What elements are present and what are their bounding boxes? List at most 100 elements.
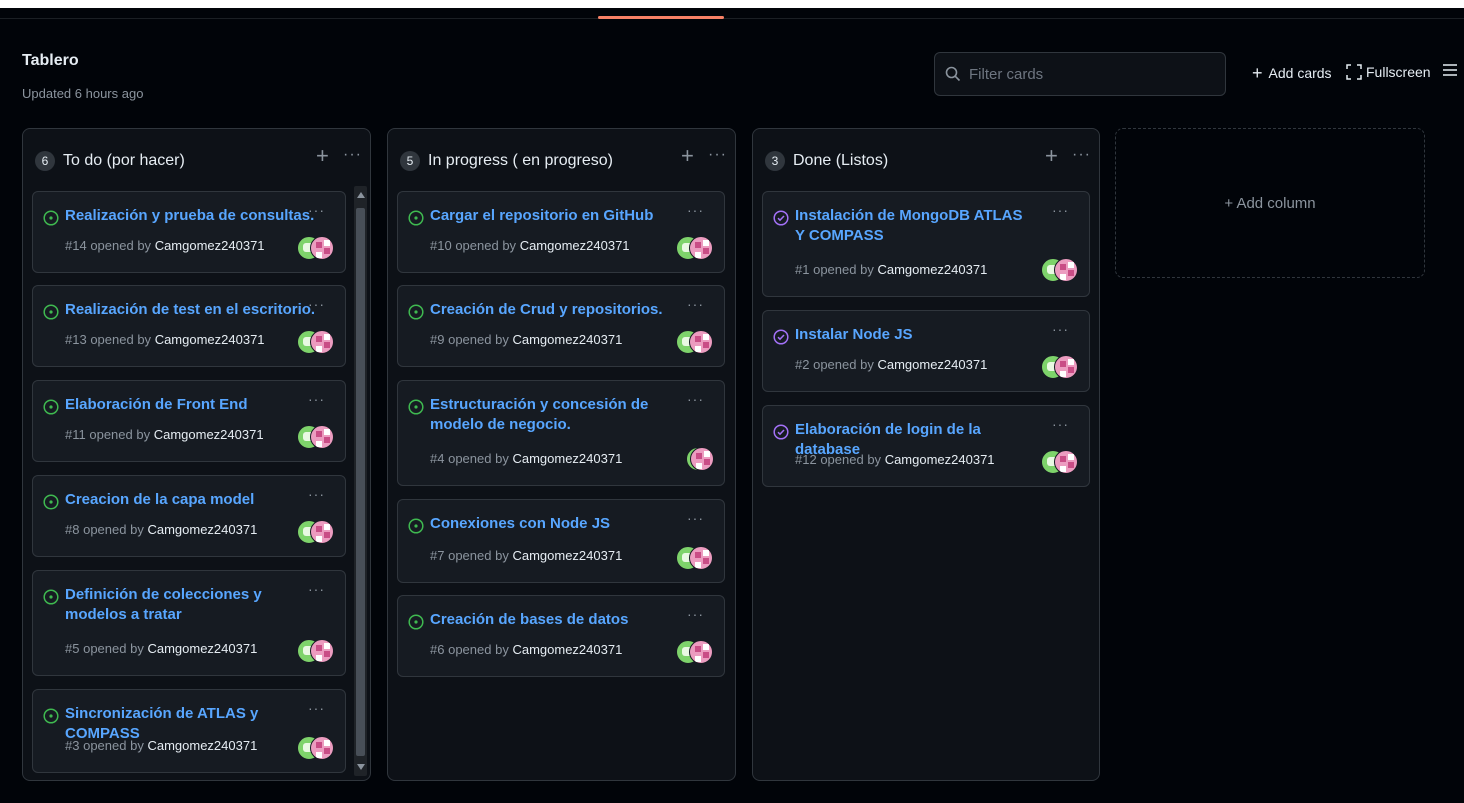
assignee-avatars	[297, 425, 335, 451]
opened-by-label: opened by	[813, 262, 874, 277]
column-scrollbar[interactable]	[354, 186, 367, 776]
assignee-avatars	[297, 736, 335, 762]
scroll-down-arrow-icon[interactable]	[357, 764, 365, 770]
plus-icon: +	[1252, 63, 1263, 83]
card-author[interactable]: Camgomez240371	[154, 427, 264, 442]
column-more-icon[interactable]: ···	[1072, 147, 1091, 163]
fullscreen-button[interactable]: Fullscreen	[1346, 64, 1431, 80]
column-more-icon[interactable]: ···	[708, 147, 727, 163]
card-author[interactable]: Camgomez240371	[512, 642, 622, 657]
active-tab-indicator	[598, 16, 724, 19]
window-top-bar	[0, 0, 1464, 8]
card-title-link[interactable]: Realización de test en el escritorio.	[65, 300, 320, 320]
column-title: Done (Listos)	[793, 152, 889, 169]
avatar	[310, 639, 334, 663]
tab-border	[0, 18, 1464, 19]
card-title-link[interactable]: Elaboración de Front End	[65, 395, 320, 415]
card-meta: #6 opened by Camgomez240371	[430, 642, 622, 657]
opened-by-label: opened by	[89, 427, 151, 442]
closed-issue-icon	[773, 210, 789, 226]
issue-card[interactable]: Realización y prueba de consultas. #14 o…	[32, 191, 346, 273]
issue-card[interactable]: Elaboración de Front End #11 opened by C…	[32, 380, 346, 462]
add-cards-button[interactable]: + Add cards	[1252, 64, 1332, 82]
issue-card[interactable]: Creación de bases de datos #6 opened by …	[397, 595, 725, 677]
card-title-link[interactable]: Creacion de la capa model	[65, 490, 320, 510]
card-title-link[interactable]: Instalar Node JS	[795, 325, 1035, 345]
card-title-link[interactable]: Cargar el repositorio en GitHub	[430, 206, 698, 226]
card-more-icon[interactable]: ···	[1052, 202, 1069, 218]
card-author[interactable]: Camgomez240371	[512, 451, 622, 466]
card-author[interactable]: Camgomez240371	[885, 452, 995, 467]
avatar	[689, 640, 713, 664]
assignee-avatars	[297, 520, 335, 546]
card-author[interactable]: Camgomez240371	[877, 357, 987, 372]
issue-number: #12	[795, 452, 817, 467]
issue-card[interactable]: Conexiones con Node JS #7 opened by Camg…	[397, 499, 725, 583]
card-author[interactable]: Camgomez240371	[512, 332, 622, 347]
card-title-link[interactable]: Instalación de MongoDB ATLAS Y COMPASS	[795, 206, 1035, 246]
card-more-icon[interactable]: ···	[687, 391, 704, 407]
card-author[interactable]: Camgomez240371	[520, 238, 630, 253]
issue-card[interactable]: Cargar el repositorio en GitHub #10 open…	[397, 191, 725, 273]
opened-by-label: opened by	[455, 238, 517, 253]
card-author[interactable]: Camgomez240371	[147, 522, 257, 537]
card-author[interactable]: Camgomez240371	[147, 641, 257, 656]
card-title-link[interactable]: Estructuración y concesión de modelo de …	[430, 395, 698, 435]
column-more-icon[interactable]: ···	[343, 147, 362, 163]
add-card-icon[interactable]: +	[316, 145, 329, 167]
board-menu-button[interactable]	[1442, 62, 1458, 78]
opened-by-label: opened by	[448, 332, 509, 347]
issue-card[interactable]: Creacion de la capa model #8 opened by C…	[32, 475, 346, 557]
issue-card[interactable]: Instalación de MongoDB ATLAS Y COMPASS #…	[762, 191, 1090, 297]
scrollbar-thumb[interactable]	[356, 208, 365, 756]
card-more-icon[interactable]: ···	[687, 202, 704, 218]
card-title-link[interactable]: Conexiones con Node JS	[430, 514, 698, 534]
card-meta: #2 opened by Camgomez240371	[795, 357, 987, 372]
issue-card[interactable]: Creación de Crud y repositorios. #9 open…	[397, 285, 725, 367]
card-more-icon[interactable]: ···	[308, 581, 325, 597]
card-title-link[interactable]: Creación de bases de datos	[430, 610, 698, 630]
card-title-link[interactable]: Creación de Crud y repositorios.	[430, 300, 698, 320]
assignee-avatars	[1041, 258, 1079, 284]
card-author[interactable]: Camgomez240371	[155, 238, 265, 253]
card-title-link[interactable]: Definición de colecciones y modelos a tr…	[65, 585, 320, 625]
filter-cards-input[interactable]: Filter cards	[934, 52, 1226, 96]
scroll-up-arrow-icon[interactable]	[357, 192, 365, 198]
issue-card[interactable]: Elaboración de login de la database #12 …	[762, 405, 1090, 487]
add-column-button[interactable]: + Add column	[1115, 128, 1425, 278]
card-more-icon[interactable]: ···	[308, 202, 325, 218]
card-more-icon[interactable]: ···	[687, 510, 704, 526]
add-cards-label: Add cards	[1268, 65, 1332, 81]
opened-by-label: opened by	[448, 642, 509, 657]
card-author[interactable]: Camgomez240371	[147, 738, 257, 753]
opened-by-label: opened by	[83, 738, 144, 753]
card-more-icon[interactable]: ···	[308, 296, 325, 312]
card-more-icon[interactable]: ···	[308, 486, 325, 502]
card-more-icon[interactable]: ···	[308, 700, 325, 716]
issue-card[interactable]: Definición de colecciones y modelos a tr…	[32, 570, 346, 676]
issue-number: #6	[430, 642, 445, 657]
card-more-icon[interactable]: ···	[687, 296, 704, 312]
issue-card[interactable]: Realización de test en el escritorio. #1…	[32, 285, 346, 367]
opened-by-label: opened by	[90, 238, 152, 253]
avatar	[689, 546, 713, 570]
card-more-icon[interactable]: ···	[1052, 416, 1069, 432]
card-title-link[interactable]: Realización y prueba de consultas.	[65, 206, 320, 226]
card-author[interactable]: Camgomez240371	[512, 548, 622, 563]
issue-card[interactable]: Instalar Node JS #2 opened by Camgomez24…	[762, 310, 1090, 392]
avatar	[310, 425, 334, 449]
card-more-icon[interactable]: ···	[308, 391, 325, 407]
card-author[interactable]: Camgomez240371	[155, 332, 265, 347]
card-meta: #7 opened by Camgomez240371	[430, 548, 622, 563]
card-author[interactable]: Camgomez240371	[877, 262, 987, 277]
add-card-icon[interactable]: +	[1045, 145, 1058, 167]
card-meta: #5 opened by Camgomez240371	[65, 641, 257, 656]
card-more-icon[interactable]: ···	[687, 606, 704, 622]
card-more-icon[interactable]: ···	[1052, 321, 1069, 337]
plus-icon: +	[1224, 195, 1237, 212]
issue-card[interactable]: Estructuración y concesión de modelo de …	[397, 380, 725, 486]
issue-card[interactable]: Sincronización de ATLAS y COMPASS #3 ope…	[32, 689, 346, 773]
issue-number: #3	[65, 738, 80, 753]
add-card-icon[interactable]: +	[681, 145, 694, 167]
opened-by-label: opened by	[90, 332, 152, 347]
